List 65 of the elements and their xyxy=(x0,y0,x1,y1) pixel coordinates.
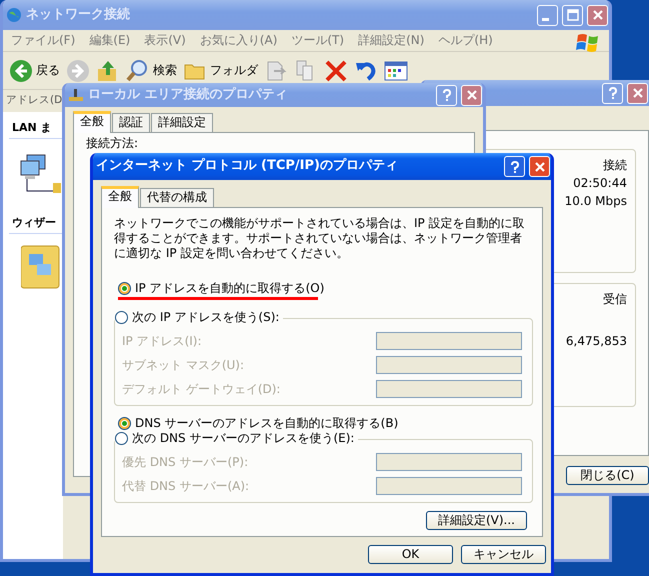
radio-button[interactable] xyxy=(115,311,128,324)
close-button[interactable]: 閉じる(C) xyxy=(566,466,649,485)
network-wizard-icon xyxy=(21,244,61,290)
field-label: サブネット マスク(U): xyxy=(122,358,244,372)
menu-item[interactable]: 詳細設定(N) xyxy=(358,33,424,48)
radio-label[interactable]: IP アドレスを自動的に取得する(O) xyxy=(135,281,324,296)
tab[interactable]: 認証 xyxy=(112,113,150,132)
flag-icon xyxy=(575,31,601,53)
maximize-button[interactable] xyxy=(562,4,583,26)
views-icon[interactable] xyxy=(384,58,408,82)
tab[interactable]: 全般 xyxy=(101,186,139,208)
window-title: ネットワーク接続 xyxy=(26,6,131,24)
field-label: デフォルト ゲートウェイ(D): xyxy=(122,382,280,396)
close-icon xyxy=(590,8,604,22)
status-value: 02:50:44 xyxy=(573,176,627,192)
radio-label[interactable]: 次の DNS サーバーのアドレスを使う(E): xyxy=(132,431,354,446)
radio-label[interactable]: DNS サーバーのアドレスを自動的に取得する(B) xyxy=(135,416,398,431)
field-label: IP アドレス(I): xyxy=(122,334,202,348)
menu-item[interactable]: お気に入り(A) xyxy=(200,33,278,48)
radio-button[interactable] xyxy=(115,432,128,445)
close-button[interactable] xyxy=(587,4,608,26)
description-text: ネットワークでこの機能がサポートされている場合は、IP 設定を自動的に取得することができます。サポートされていない場合は、ネットワーク管理者に適切な IP 設定を問い合わせてください。 xyxy=(114,216,526,261)
radio-label[interactable]: 次の IP アドレスを使う(S): xyxy=(132,310,280,325)
window-title: ローカル エリア接続のプロパティ xyxy=(88,86,289,104)
delete-icon[interactable] xyxy=(324,58,348,82)
globe-icon xyxy=(6,7,22,23)
address-label: アドレス(D xyxy=(5,93,64,108)
close-button[interactable] xyxy=(627,82,648,104)
status-heading: 接続 xyxy=(603,158,627,174)
close-icon xyxy=(464,88,478,102)
help-button[interactable] xyxy=(602,82,623,104)
close-icon xyxy=(532,160,546,174)
field-label: 優先 DNS サーバー(P): xyxy=(122,454,248,470)
close-button[interactable] xyxy=(529,156,550,177)
radio-button[interactable] xyxy=(118,417,131,430)
menu-item[interactable]: ヘルプ(H) xyxy=(438,33,493,48)
status-value: 10.0 Mbps xyxy=(564,194,627,210)
help-button[interactable] xyxy=(436,84,457,106)
minimize-icon xyxy=(542,18,549,20)
menu-item[interactable]: ツール(T) xyxy=(291,33,344,48)
cancel-button[interactable]: キャンセル xyxy=(461,545,546,564)
minimize-button[interactable] xyxy=(537,4,558,26)
ok-button[interactable]: OK xyxy=(368,545,453,564)
status-heading: 受信 xyxy=(603,292,627,308)
field-label: 代替 DNS サーバー(A): xyxy=(122,478,250,494)
search-icon[interactable] xyxy=(126,58,150,82)
status-value: 6,475,853 xyxy=(566,334,627,350)
advanced-button[interactable]: 詳細設定(V)... xyxy=(426,511,527,530)
close-button[interactable] xyxy=(461,84,482,106)
help-button[interactable] xyxy=(504,156,525,177)
tab[interactable]: 全般 xyxy=(73,111,111,133)
menu-item[interactable]: 表示(V) xyxy=(144,33,186,48)
tab[interactable]: 代替の構成 xyxy=(140,188,214,207)
menu-item[interactable]: ファイル(F) xyxy=(11,33,76,48)
field-label: 接続方法: xyxy=(86,136,138,151)
close-icon xyxy=(630,86,644,100)
back-button-label[interactable]: 戻る xyxy=(36,63,60,78)
window-title: インターネット プロトコル (TCP/IP)のプロパティ xyxy=(96,158,399,175)
tab[interactable]: 詳細設定 xyxy=(151,113,213,132)
network-plug-icon xyxy=(68,88,84,102)
folders-button-label[interactable]: フォルダ xyxy=(210,63,258,78)
menu-item[interactable]: 編集(E) xyxy=(89,33,130,48)
radio-button[interactable] xyxy=(118,282,131,295)
search-button-label[interactable]: 検索 xyxy=(153,63,177,78)
maximize-icon xyxy=(566,8,580,22)
